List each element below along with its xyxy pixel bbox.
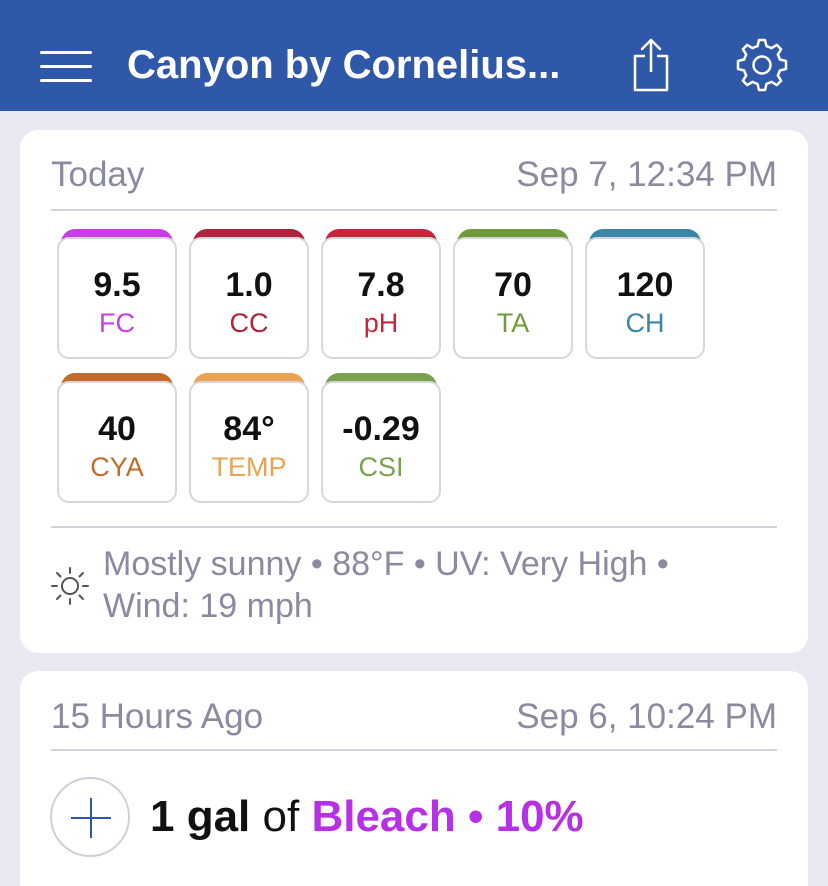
reading-value: 7.8 <box>357 266 405 304</box>
hamburger-menu-icon[interactable] <box>40 48 92 84</box>
reading-label: pH <box>363 308 399 338</box>
divider <box>51 209 777 211</box>
reading-value: -0.29 <box>342 410 420 448</box>
card-date-label: Today <box>51 155 145 194</box>
reading-label: CH <box>625 308 665 338</box>
reading-tile-body: 9.5 FC <box>57 237 177 359</box>
reading-tile-fc[interactable]: 9.5 FC <box>57 229 177 359</box>
earlier-log-card[interactable]: 15 Hours Ago Sep 6, 10:24 PM 1 gal of Bl… <box>20 671 808 886</box>
reading-label: TA <box>496 308 530 338</box>
reading-tile-body: 40 CYA <box>57 381 177 503</box>
reading-value: 84° <box>223 410 275 448</box>
weather-summary: Mostly sunny • 88°F • UV: Very High • Wi… <box>103 543 763 627</box>
card-timestamp: Sep 7, 12:34 PM <box>516 155 777 194</box>
reading-tile-ch[interactable]: 120 CH <box>585 229 705 359</box>
reading-tile-ta[interactable]: 70 TA <box>453 229 573 359</box>
card-header: Today Sep 7, 12:34 PM <box>51 147 777 203</box>
reading-label: CSI <box>358 452 404 482</box>
reading-tile-csi[interactable]: -0.29 CSI <box>321 373 441 503</box>
chemical-quantity: 1 gal <box>150 792 251 841</box>
share-icon[interactable] <box>632 38 670 92</box>
weather-line-2: Wind: 19 mph <box>103 587 313 625</box>
reading-tile-body: 1.0 CC <box>189 237 309 359</box>
reading-value: 70 <box>494 266 532 304</box>
divider <box>51 749 777 751</box>
gear-icon[interactable] <box>735 38 789 92</box>
reading-tile-cc[interactable]: 1.0 CC <box>189 229 309 359</box>
plus-icon[interactable] <box>50 777 130 857</box>
reading-tile-temp[interactable]: 84° TEMP <box>189 373 309 503</box>
reading-value: 9.5 <box>93 266 141 304</box>
card-timestamp: Sep 6, 10:24 PM <box>516 697 777 736</box>
chemical-name: Bleach • 10% <box>311 792 584 841</box>
divider <box>51 526 777 528</box>
reading-tile-body: -0.29 CSI <box>321 381 441 503</box>
reading-value: 120 <box>616 266 674 304</box>
reading-label: CYA <box>90 452 144 482</box>
today-reading-card[interactable]: Today Sep 7, 12:34 PM 9.5 FC 1.0 CC 7.8 pH 70 T… <box>20 130 808 653</box>
reading-label: CC <box>229 308 269 338</box>
app-header: Canyon by Cornelius... <box>0 0 828 111</box>
reading-label: TEMP <box>211 452 287 482</box>
reading-tile-body: 120 CH <box>585 237 705 359</box>
chemical-of-text: of <box>262 792 300 841</box>
sun-icon <box>50 566 90 606</box>
card-date-label: 15 Hours Ago <box>51 697 264 736</box>
reading-value: 40 <box>98 410 136 448</box>
page-title: Canyon by Cornelius... <box>127 43 561 87</box>
chemical-addition-entry: 1 gal of Bleach • 10% <box>150 789 584 845</box>
reading-label: FC <box>99 308 135 338</box>
reading-tile-body: 84° TEMP <box>189 381 309 503</box>
weather-line-1: Mostly sunny • 88°F • UV: Very High • <box>103 545 669 583</box>
card-header: 15 Hours Ago Sep 6, 10:24 PM <box>51 689 777 745</box>
reading-tile-cya[interactable]: 40 CYA <box>57 373 177 503</box>
reading-tile-body: 7.8 pH <box>321 237 441 359</box>
reading-value: 1.0 <box>225 266 273 304</box>
reading-tile-body: 70 TA <box>453 237 573 359</box>
reading-tile-ph[interactable]: 7.8 pH <box>321 229 441 359</box>
